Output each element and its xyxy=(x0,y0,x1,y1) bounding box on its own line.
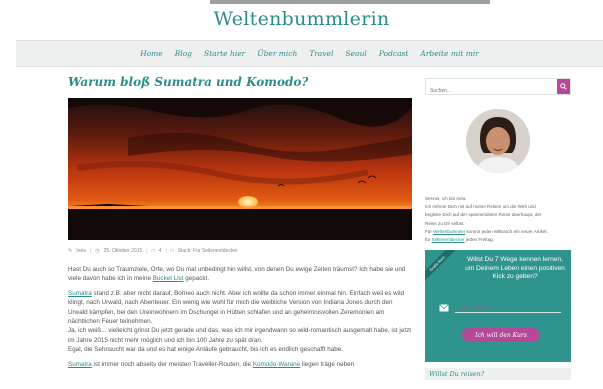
newsletter-headline: Willst Du 7 Wege kennen lernen, um Deine… xyxy=(465,256,565,281)
author-avatar xyxy=(466,109,530,173)
main-navigation: Home Blog Starte hier Über mich Travel S… xyxy=(16,40,603,67)
nav-item-ueber-mich[interactable]: Über mich xyxy=(257,49,297,58)
email-input[interactable] xyxy=(455,303,561,313)
post-title[interactable]: Warum bloß Sumatra und Komodo? xyxy=(68,75,308,89)
sumatra-link[interactable]: Sumatra xyxy=(68,290,92,297)
search-icon xyxy=(560,83,567,90)
envelope-icon xyxy=(439,304,449,312)
bucket-list-link[interactable]: Bucket List xyxy=(153,275,184,282)
post-paragraph-1: Hast Du auch so Traumziele, Orte, wo Du … xyxy=(68,266,406,283)
post-author[interactable]: Inéa xyxy=(76,248,86,254)
top-image-strip xyxy=(210,0,490,4)
komodo-warane-link[interactable]: Komodo-Warane xyxy=(253,361,300,368)
sidebar: Servus, ich bin Inéa. Ich nehme Dich mit… xyxy=(425,78,571,381)
search-button[interactable] xyxy=(557,79,570,94)
clock-icon: ◷ xyxy=(95,248,100,254)
post-comment-count[interactable]: 4 xyxy=(159,248,162,254)
nav-item-arbeite-mit-mir[interactable]: Arbeite mit mir xyxy=(420,49,478,58)
post-paragraph-2: Sumatra stand z.B. aber nicht darauf, Bo… xyxy=(68,289,411,354)
nav-item-seoul[interactable]: Seoul xyxy=(345,49,366,58)
nav-item-blog[interactable]: Blog xyxy=(175,49,192,58)
post-hero-image xyxy=(68,98,412,240)
search-input[interactable] xyxy=(426,85,554,97)
widget-title-reisen: Willst Du reisen? xyxy=(425,368,571,381)
folder-icon: □ xyxy=(170,248,174,254)
post-paragraph-3: Sumatra ist immer noch abseits der meist… xyxy=(68,360,355,368)
post-category[interactable]: Stuck: Für Seilenentdecker xyxy=(178,248,238,254)
nav-item-travel[interactable]: Travel xyxy=(309,49,333,58)
email-row xyxy=(439,300,561,316)
search-box xyxy=(425,78,571,97)
nav-item-home[interactable]: Home xyxy=(140,49,163,58)
post-meta: ✎ Inéa | ◷ 25. Oktober 2015 | □ 4 | □ St… xyxy=(68,248,238,254)
nav-item-starte-hier[interactable]: Starte hier xyxy=(204,49,245,58)
post-date: 25. Oktober 2015 xyxy=(103,248,143,254)
weltenbummler-link[interactable]: Weltenbummler xyxy=(433,229,465,234)
seilenentdecker-link[interactable]: Seilenentdecker xyxy=(432,237,465,242)
signup-button[interactable]: Ich will den Kurs xyxy=(462,328,540,343)
nav-item-podcast[interactable]: Podcast xyxy=(379,49,409,58)
about-text: Servus, ich bin Inéa. Ich nehme Dich mit… xyxy=(425,196,548,243)
post-body: Hast Du auch so Traumziele, Orte, wo Du … xyxy=(68,265,412,374)
free-course-ribbon: Gratis Kurs xyxy=(425,250,458,285)
sumatra-link-2[interactable]: Sumatra xyxy=(68,361,92,368)
newsletter-box: Gratis Kurs Willst Du 7 Wege kennen lern… xyxy=(425,250,571,363)
author-icon: ✎ xyxy=(68,248,73,254)
site-title[interactable]: Weltenbummlerin xyxy=(0,8,603,30)
comment-icon: □ xyxy=(151,248,155,254)
